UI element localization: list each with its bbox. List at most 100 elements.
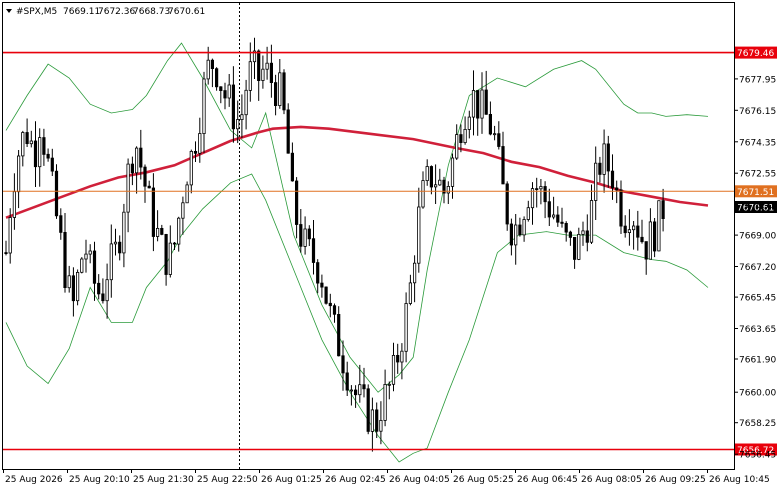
candle-body xyxy=(97,282,101,295)
candle-body xyxy=(189,150,193,186)
candle-body xyxy=(282,72,286,111)
candle-body xyxy=(619,189,623,227)
candle-body xyxy=(505,183,509,225)
candle-body xyxy=(311,238,316,263)
candle-body xyxy=(484,89,488,115)
candle-body xyxy=(383,383,387,421)
candle-body xyxy=(25,132,29,145)
candle-body xyxy=(425,166,429,182)
candle-body xyxy=(265,62,269,70)
candle-body xyxy=(606,143,610,172)
candle-body xyxy=(59,215,63,233)
x-tick-label: 25 Aug 2026 xyxy=(5,475,63,485)
candle-body xyxy=(581,230,585,235)
candle-body xyxy=(627,229,632,233)
y-axis: 7677.95 7676.15 7674.35 7672.55 7670.75 7669.… xyxy=(734,75,776,461)
candle-body xyxy=(488,114,493,135)
candle-body xyxy=(67,275,71,289)
x-tick-label: 26 Aug 02:45 xyxy=(325,475,386,485)
symbol-label: #SPX,M5 xyxy=(16,7,57,17)
candle-body xyxy=(375,409,379,432)
x-tick-label: 26 Aug 10:45 xyxy=(709,475,770,485)
candle-body xyxy=(526,207,530,220)
candle-body xyxy=(471,90,476,118)
candle-body xyxy=(408,282,413,304)
candle-body xyxy=(29,140,33,145)
candle-body xyxy=(328,302,332,307)
candle-body xyxy=(332,305,337,315)
candle-body xyxy=(573,236,577,260)
candle-body xyxy=(12,191,16,218)
candle xyxy=(80,257,84,274)
y-tick-label: 7665.45 xyxy=(739,294,776,304)
candle-body xyxy=(307,228,311,240)
y-tick-label: 7669.00 xyxy=(739,232,776,242)
candle-body xyxy=(160,227,164,235)
candle-body xyxy=(261,68,265,81)
candle-body xyxy=(387,383,391,386)
y-tick-label: 7661.90 xyxy=(739,356,776,366)
candle-body xyxy=(585,230,589,243)
candle-body xyxy=(4,252,8,255)
candle-body xyxy=(126,163,130,213)
candle-body xyxy=(164,233,168,275)
candle-body xyxy=(269,62,274,84)
candle-body xyxy=(54,170,59,217)
candle-body xyxy=(514,224,518,246)
close-value: 7670.61 xyxy=(168,7,205,17)
candle-body xyxy=(151,187,155,237)
open-value: 7669.11 xyxy=(63,7,100,17)
y-tick-label: 7660.00 xyxy=(739,389,776,399)
candle-body xyxy=(560,221,564,224)
candle-body xyxy=(324,286,328,304)
candle-body xyxy=(231,84,235,130)
candle-body xyxy=(623,225,627,234)
chart-title: #SPX,M5 7669.11 7672.36 7668.73 7670.61 xyxy=(6,7,205,17)
candle xyxy=(76,269,80,306)
candle-body xyxy=(303,228,307,247)
candle-body xyxy=(450,157,455,187)
candle-body xyxy=(155,227,160,237)
candle-body xyxy=(147,185,151,189)
x-tick-label: 26 Aug 01:25 xyxy=(261,475,322,485)
candle-body xyxy=(417,206,421,264)
candle-body xyxy=(657,200,661,252)
candle-body xyxy=(518,224,522,236)
candle-body xyxy=(492,133,497,136)
candle xyxy=(324,286,328,305)
candle-body xyxy=(46,153,50,159)
candle-body xyxy=(653,221,657,252)
candle-body xyxy=(105,279,109,302)
candle-body xyxy=(244,89,248,116)
y-tick-label: 7663.65 xyxy=(739,325,776,335)
candle-body xyxy=(556,214,560,223)
candle-body xyxy=(80,258,84,273)
candle-body xyxy=(459,134,463,144)
candle-body xyxy=(632,225,636,231)
y-tick-label: 7656.45 xyxy=(739,451,776,461)
candle-body xyxy=(202,78,206,134)
y-tick-label: 7676.15 xyxy=(739,107,776,117)
candle-body xyxy=(168,242,172,275)
candle-body xyxy=(71,275,75,302)
candle-body xyxy=(438,179,442,186)
candle-body xyxy=(552,214,556,218)
y-tick-label: 7667.20 xyxy=(739,263,776,273)
candle-body xyxy=(396,354,400,363)
candle xyxy=(282,69,286,115)
candle-body xyxy=(337,313,341,357)
candle-body xyxy=(602,143,606,175)
candle-body xyxy=(480,89,484,119)
x-axis: 25 Aug 2026 25 Aug 20:10 25 Aug 21:30 25 Au… xyxy=(3,469,770,485)
candle-body xyxy=(433,184,438,188)
candle-body xyxy=(379,419,383,432)
candle-body xyxy=(501,146,505,185)
candle-body xyxy=(177,217,181,245)
candle-body xyxy=(577,233,581,260)
candle-body xyxy=(139,147,143,168)
candle-body xyxy=(286,109,290,154)
candle-body xyxy=(615,187,619,191)
candle-body xyxy=(467,116,471,130)
y-tick-label: 7670.75 xyxy=(739,201,776,211)
x-tick-label: 26 Aug 05:25 xyxy=(453,475,514,485)
